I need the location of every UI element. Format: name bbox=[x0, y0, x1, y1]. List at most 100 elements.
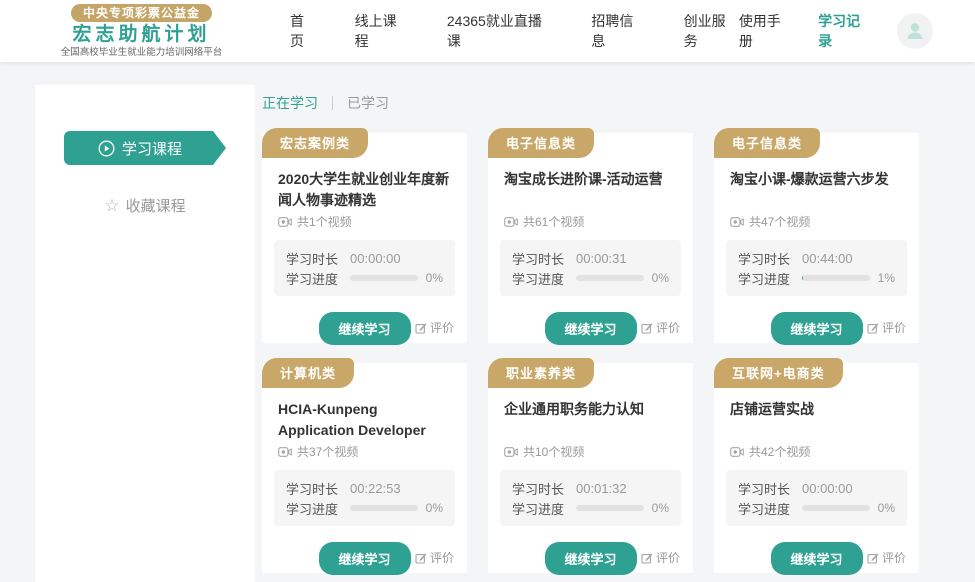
progress-label: 学习进度 bbox=[286, 499, 338, 518]
evaluate-link[interactable]: 评价 bbox=[415, 319, 454, 336]
header: 中央专项彩票公益金 宏志助航计划 全国高校毕业生就业能力培训网络平台 首页 线上… bbox=[0, 0, 975, 62]
progress-row: 学习进度 0% bbox=[286, 268, 443, 288]
continue-learning-button[interactable]: 继续学习 bbox=[770, 312, 862, 345]
nav-item-recruitment[interactable]: 招聘信息 bbox=[591, 11, 646, 51]
brand-title: 宏志助航计划 bbox=[35, 25, 248, 44]
video-count-row: 共47个视频 bbox=[714, 213, 919, 230]
evaluate-link[interactable]: 评价 bbox=[867, 319, 906, 336]
sidebar-item-learning-courses[interactable]: 学习课程 bbox=[64, 131, 226, 165]
duration-label: 学习时长 bbox=[512, 479, 564, 498]
continue-learning-button[interactable]: 继续学习 bbox=[770, 542, 862, 575]
progress-percent: 0% bbox=[652, 501, 669, 515]
evaluate-label: 评价 bbox=[430, 549, 454, 566]
duration-value: 00:22:53 bbox=[350, 481, 401, 496]
progress-label: 学习进度 bbox=[286, 269, 338, 288]
duration-label: 学习时长 bbox=[286, 249, 338, 268]
course-card: 电子信息类 淘宝成长进阶课-活动运营 共61个视频 学习时长 00:00:31 … bbox=[488, 133, 693, 343]
main-nav: 首页 线上课程 24365就业直播课 招聘信息 创业服务 bbox=[290, 11, 739, 51]
category-badge: 互联网+电商类 bbox=[714, 358, 843, 388]
nav-item-online-courses[interactable]: 线上课程 bbox=[355, 11, 410, 51]
progress-row: 学习进度 0% bbox=[738, 498, 895, 518]
evaluate-link[interactable]: 评价 bbox=[641, 549, 680, 566]
header-right: 使用手册 学习记录 bbox=[739, 11, 933, 51]
duration-value: 00:01:32 bbox=[576, 481, 627, 496]
progress-label: 学习进度 bbox=[738, 499, 790, 518]
video-count-row: 共42个视频 bbox=[714, 443, 919, 460]
duration-value: 00:00:00 bbox=[350, 251, 401, 266]
course-card: 宏志案例类 2020大学生就业创业年度新闻人物事迹精选 共1个视频 学习时长 0… bbox=[262, 133, 467, 343]
progress-row: 学习进度 0% bbox=[512, 268, 669, 288]
play-circle-icon bbox=[98, 140, 115, 157]
progress-percent: 0% bbox=[426, 501, 443, 515]
evaluate-label: 评价 bbox=[882, 319, 906, 336]
progress-bar bbox=[576, 505, 644, 511]
user-avatar[interactable] bbox=[897, 13, 933, 49]
video-count-row: 共10个视频 bbox=[488, 443, 693, 460]
progress-bar bbox=[350, 275, 418, 281]
category-badge: 宏志案例类 bbox=[262, 128, 368, 158]
progress-bar bbox=[802, 275, 870, 281]
video-camera-icon bbox=[278, 446, 292, 458]
evaluate-label: 评价 bbox=[430, 319, 454, 336]
course-grid: 宏志案例类 2020大学生就业创业年度新闻人物事迹精选 共1个视频 学习时长 0… bbox=[262, 133, 920, 573]
video-count-row: 共1个视频 bbox=[262, 213, 467, 230]
nav-item-live-courses[interactable]: 24365就业直播课 bbox=[447, 11, 554, 51]
evaluate-label: 评价 bbox=[656, 319, 680, 336]
course-card: 计算机类 HCIA-Kunpeng Application Developer … bbox=[262, 363, 467, 573]
tab-currently-learning[interactable]: 正在学习 bbox=[262, 93, 318, 113]
card-footer: 继续学习 评价 bbox=[488, 312, 693, 340]
video-count: 共61个视频 bbox=[523, 213, 584, 230]
stats-box: 学习时长 00:00:31 学习进度 0% bbox=[500, 240, 681, 296]
tab-learned[interactable]: 已学习 bbox=[347, 93, 389, 113]
sidebar-item-label: 学习课程 bbox=[122, 138, 182, 159]
evaluate-link[interactable]: 评价 bbox=[415, 549, 454, 566]
course-card: 职业素养类 企业通用职务能力认知 共10个视频 学习时长 00:01:32 学习… bbox=[488, 363, 693, 573]
edit-icon bbox=[415, 322, 427, 334]
video-count: 共37个视频 bbox=[297, 443, 358, 460]
evaluate-link[interactable]: 评价 bbox=[641, 319, 680, 336]
duration-value: 00:00:31 bbox=[576, 251, 627, 266]
progress-fill bbox=[802, 275, 803, 281]
edit-icon bbox=[415, 552, 427, 564]
sidebar-item-favorite-courses[interactable]: ☆ 收藏课程 bbox=[35, 195, 255, 216]
course-card: 互联网+电商类 店铺运营实战 共42个视频 学习时长 00:00:00 学习进度… bbox=[714, 363, 919, 573]
video-count: 共47个视频 bbox=[749, 213, 810, 230]
progress-bar bbox=[350, 505, 418, 511]
nav-item-home[interactable]: 首页 bbox=[290, 11, 318, 51]
duration-value: 00:00:00 bbox=[802, 481, 853, 496]
duration-label: 学习时长 bbox=[286, 479, 338, 498]
progress-label: 学习进度 bbox=[738, 269, 790, 288]
brand-subtitle: 全国高校毕业生就业能力培训网络平台 bbox=[35, 48, 248, 58]
star-icon: ☆ bbox=[104, 197, 119, 214]
video-camera-icon bbox=[730, 446, 744, 458]
stats-box: 学习时长 00:22:53 学习进度 0% bbox=[274, 470, 455, 526]
duration-row: 学习时长 00:00:00 bbox=[738, 478, 895, 498]
card-footer: 继续学习 评价 bbox=[488, 542, 693, 570]
stats-box: 学习时长 00:44:00 学习进度 1% bbox=[726, 240, 907, 296]
card-footer: 继续学习 评价 bbox=[262, 312, 467, 340]
progress-percent: 0% bbox=[426, 271, 443, 285]
progress-row: 学习进度 0% bbox=[512, 498, 669, 518]
continue-learning-button[interactable]: 继续学习 bbox=[318, 312, 410, 345]
progress-row: 学习进度 1% bbox=[738, 268, 895, 288]
duration-value: 00:44:00 bbox=[802, 251, 853, 266]
user-manual-link[interactable]: 使用手册 bbox=[739, 11, 794, 51]
continue-learning-button[interactable]: 继续学习 bbox=[544, 542, 636, 575]
duration-row: 学习时长 00:44:00 bbox=[738, 248, 895, 268]
video-camera-icon bbox=[504, 446, 518, 458]
continue-learning-button[interactable]: 继续学习 bbox=[318, 542, 410, 575]
stats-box: 学习时长 00:00:00 学习进度 0% bbox=[274, 240, 455, 296]
sidebar: 学习课程 ☆ 收藏课程 bbox=[35, 85, 255, 582]
learning-record-link[interactable]: 学习记录 bbox=[818, 11, 873, 51]
progress-percent: 0% bbox=[878, 501, 895, 515]
nav-item-entrepreneurship[interactable]: 创业服务 bbox=[684, 11, 739, 51]
category-badge: 电子信息类 bbox=[714, 128, 820, 158]
duration-row: 学习时长 00:01:32 bbox=[512, 478, 669, 498]
video-count-row: 共37个视频 bbox=[262, 443, 467, 460]
evaluate-link[interactable]: 评价 bbox=[867, 549, 906, 566]
person-icon bbox=[904, 20, 926, 42]
progress-percent: 0% bbox=[652, 271, 669, 285]
category-badge: 计算机类 bbox=[262, 358, 354, 388]
continue-learning-button[interactable]: 继续学习 bbox=[544, 312, 636, 345]
video-count: 共1个视频 bbox=[297, 213, 352, 230]
